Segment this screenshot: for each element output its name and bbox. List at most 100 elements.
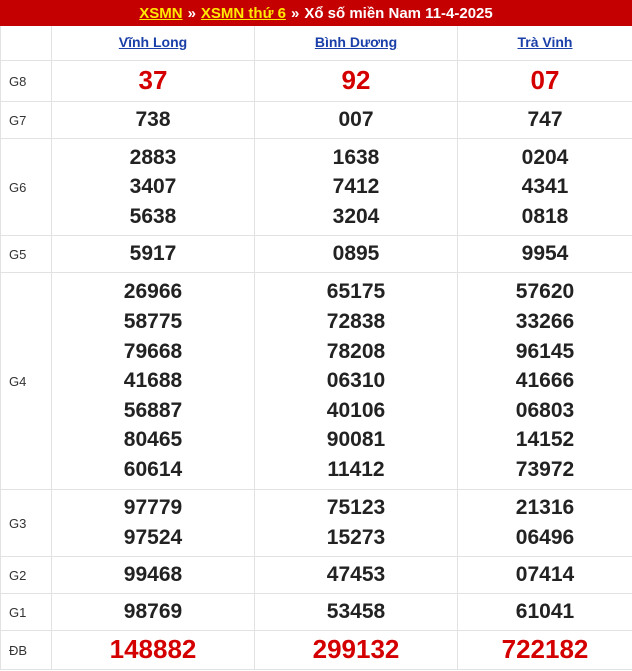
prize-cell: 738 <box>51 101 255 139</box>
page-title: Xổ số miền Nam 11-4-2025 <box>304 4 493 22</box>
prize-cell: 47453 <box>254 556 458 594</box>
prize-number: 07414 <box>515 563 575 587</box>
prize-number: 07 <box>530 65 560 96</box>
prize-number: 0818 <box>521 204 569 228</box>
prize-label: ĐB <box>0 630 52 670</box>
prize-number: 80465 <box>123 428 183 452</box>
prize-row-g6: G6 2883 3407 5638 1638 7412 3204 0204 4341 0818 <box>0 138 632 236</box>
prize-label: G8 <box>0 60 52 102</box>
prize-number: 06496 <box>515 526 575 549</box>
prize-row-g3: G3 97779 97524 75123 15273 21316 06496 <box>0 489 632 557</box>
prize-cell: 53458 <box>254 593 458 631</box>
breadcrumb-link-xsmn-thu-6[interactable]: XSMN thứ 6 <box>201 5 286 22</box>
prize-row-g8: G8 37 92 07 <box>0 60 632 102</box>
province-link-vinh-long[interactable]: Vĩnh Long <box>119 34 187 50</box>
prize-number: 99468 <box>123 563 183 587</box>
prize-number: 57620 <box>515 280 575 304</box>
prize-number: 58775 <box>123 310 183 334</box>
prize-label: G2 <box>0 556 52 594</box>
prize-label: G7 <box>0 101 52 139</box>
prize-number: 33266 <box>515 310 575 334</box>
prize-number: 738 <box>135 108 171 132</box>
prize-number: 56887 <box>123 398 183 422</box>
prize-cell: 99468 <box>51 556 255 594</box>
prize-number: 79668 <box>123 339 183 363</box>
prize-number: 65175 <box>326 280 386 304</box>
prize-number: 0204 <box>521 145 569 169</box>
prize-cell: 98769 <box>51 593 255 631</box>
breadcrumb-separator: » <box>187 4 196 22</box>
prize-number: 15273 <box>326 526 386 549</box>
prize-number: 75123 <box>326 496 386 520</box>
prize-number: 92 <box>341 65 371 96</box>
prize-number: 14152 <box>515 428 575 452</box>
prize-number: 4341 <box>521 175 569 199</box>
prize-number: 78208 <box>326 339 386 363</box>
prize-label: G5 <box>0 235 52 273</box>
prize-cell: 747 <box>457 101 632 139</box>
breadcrumb-separator: » <box>290 4 300 22</box>
prize-label: G3 <box>0 489 52 557</box>
prize-row-g7: G7 738 007 747 <box>0 101 632 139</box>
prize-row-g5: G5 5917 0895 9954 <box>0 235 632 273</box>
prize-number: 2883 <box>129 145 177 169</box>
prize-number: 73972 <box>515 457 575 481</box>
prize-cell: 148882 <box>51 630 255 670</box>
prize-number: 722182 <box>501 634 589 665</box>
prize-number: 747 <box>527 108 563 132</box>
prize-cell: 92 <box>254 60 458 102</box>
prize-cell: 1638 7412 3204 <box>254 138 458 236</box>
province-header-cell: Trà Vinh <box>457 26 632 61</box>
prize-row-gdb: ĐB 148882 299132 722182 <box>0 630 632 670</box>
prize-row-g2: G2 99468 47453 07414 <box>0 556 632 594</box>
prize-number: 007 <box>338 108 374 132</box>
prize-number: 90081 <box>326 428 386 452</box>
prize-row-g1: G1 98769 53458 61041 <box>0 593 632 631</box>
prize-cell: 9954 <box>457 235 632 273</box>
prize-cell: 26966 58775 79668 41688 56887 80465 60614 <box>51 272 255 490</box>
prize-number: 53458 <box>326 600 386 624</box>
prize-number: 06310 <box>326 369 386 393</box>
prize-number: 41666 <box>515 369 575 393</box>
prize-cell: 0204 4341 0818 <box>457 138 632 236</box>
prize-number: 61041 <box>515 600 575 624</box>
empty-header-cell <box>0 26 52 61</box>
prize-number: 60614 <box>123 457 183 481</box>
breadcrumb-link-xsmn[interactable]: XSMN <box>139 5 182 22</box>
prize-number: 0895 <box>332 242 380 266</box>
prize-number: 3204 <box>332 204 380 228</box>
prize-number: 26966 <box>123 280 183 304</box>
province-link-tra-vinh[interactable]: Trà Vinh <box>518 34 573 50</box>
breadcrumb: XSMN » XSMN thứ 6 » Xổ số miền Nam 11-4-… <box>0 0 632 26</box>
province-header-row: Vĩnh Long Bình Dương Trà Vinh <box>0 26 632 61</box>
prize-number: 5638 <box>129 204 177 228</box>
prize-cell: 007 <box>254 101 458 139</box>
prize-number: 21316 <box>515 496 575 520</box>
prize-number: 148882 <box>109 634 197 665</box>
province-header-cell: Bình Dương <box>254 26 458 61</box>
prize-number: 3407 <box>129 175 177 199</box>
prize-cell: 57620 33266 96145 41666 06803 14152 73972 <box>457 272 632 490</box>
prize-cell: 07414 <box>457 556 632 594</box>
province-link-binh-duong[interactable]: Bình Dương <box>315 34 397 50</box>
prize-number: 47453 <box>326 563 386 587</box>
prize-row-g4: G4 26966 58775 79668 41688 56887 80465 60614 651… <box>0 272 632 490</box>
prize-number: 06803 <box>515 398 575 422</box>
prize-number: 11412 <box>327 457 385 481</box>
prize-number: 98769 <box>123 600 183 624</box>
prize-cell: 722182 <box>457 630 632 670</box>
prize-number: 9954 <box>521 242 569 266</box>
prize-cell: 61041 <box>457 593 632 631</box>
prize-cell: 21316 06496 <box>457 489 632 557</box>
prize-number: 37 <box>138 65 168 96</box>
prize-cell: 0895 <box>254 235 458 273</box>
prize-number: 7412 <box>332 175 380 199</box>
prize-number: 1638 <box>332 145 380 169</box>
prize-number: 5917 <box>129 242 177 266</box>
prize-cell: 97779 97524 <box>51 489 255 557</box>
prize-number: 299132 <box>312 634 400 665</box>
prize-cell: 75123 15273 <box>254 489 458 557</box>
prize-number: 96145 <box>515 339 575 363</box>
prize-cell: 299132 <box>254 630 458 670</box>
province-header-cell: Vĩnh Long <box>51 26 255 61</box>
